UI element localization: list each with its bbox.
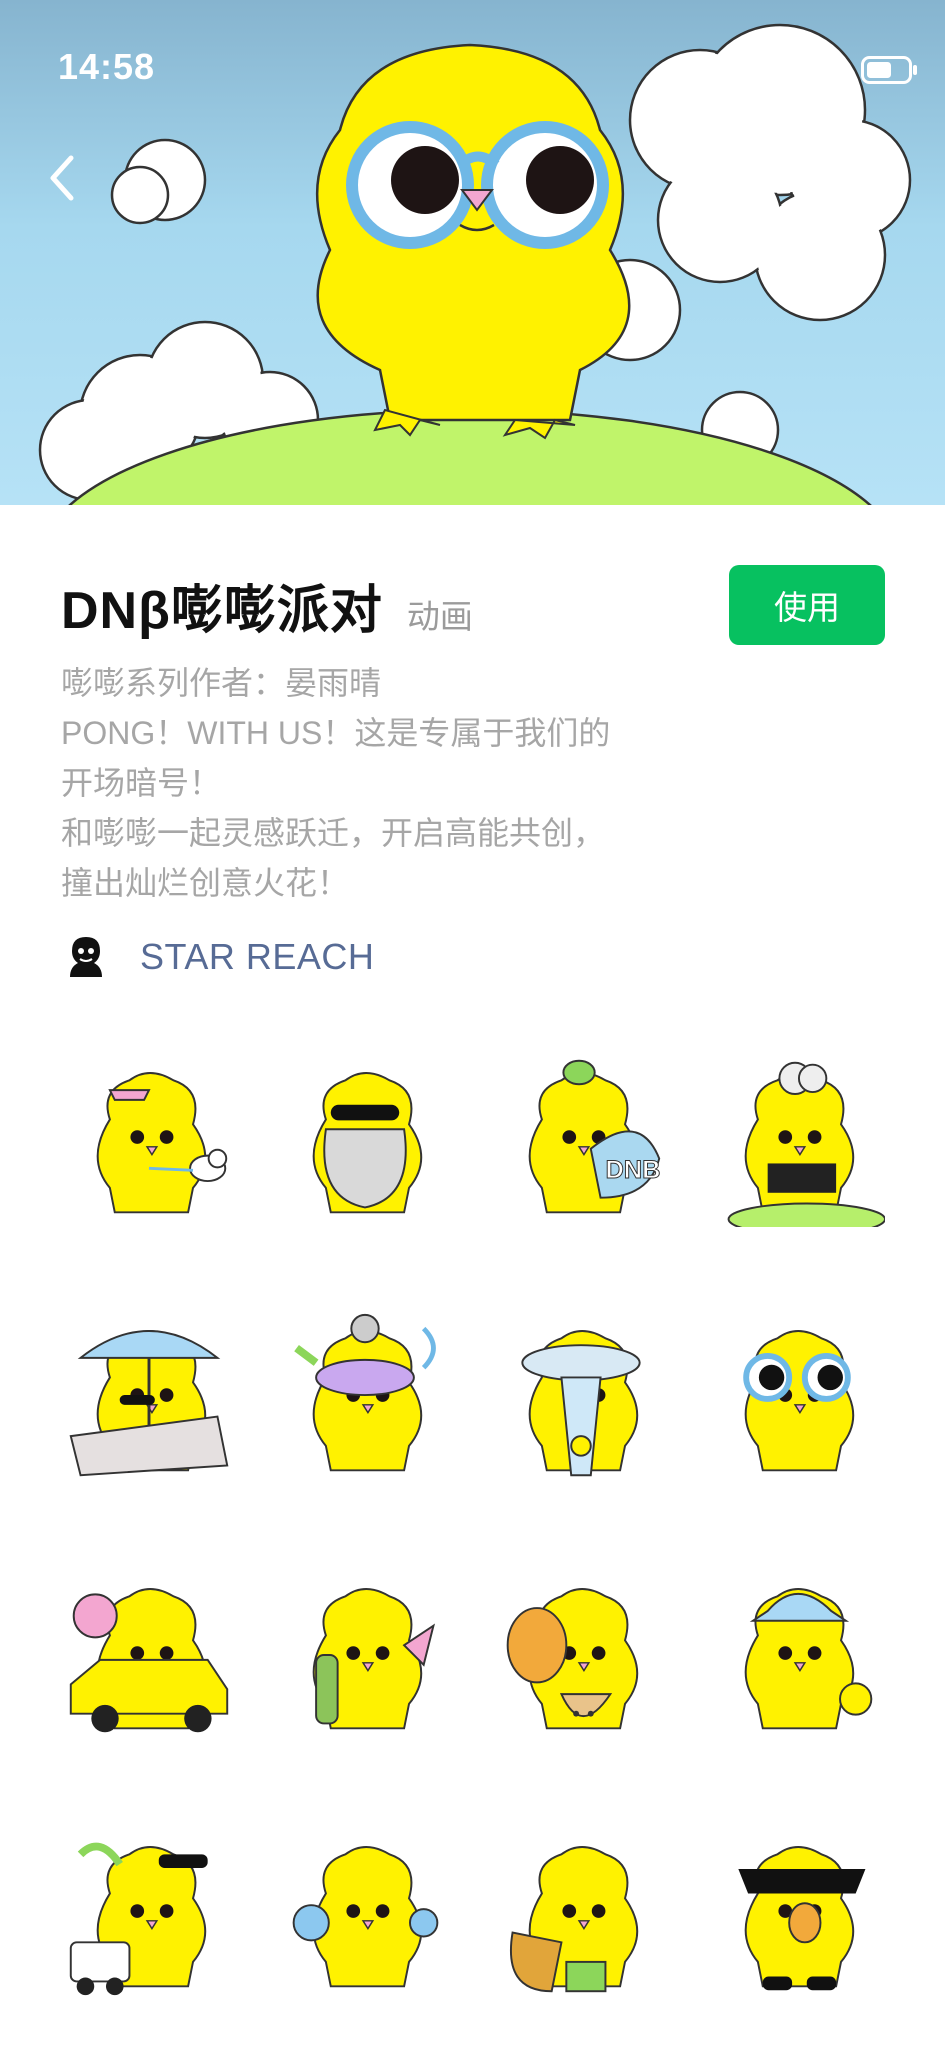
sticker-image xyxy=(727,1061,885,1227)
description-line: 和嘭嘭一起灵感跃迁，开启高能共创， xyxy=(61,815,606,851)
pack-description: 嘭嘭系列作者：晏雨晴 PONG！WITH US！这是专属于我们的 开场暗号！ 和… xyxy=(61,658,701,908)
author-link[interactable]: STAR REACH xyxy=(66,935,374,979)
sticker-champagne-toast[interactable] xyxy=(257,1526,473,1784)
battery-fill xyxy=(867,62,891,78)
sticker-image xyxy=(738,1846,866,1991)
pack-title-row: DNβ嘭嘭派对 动画 xyxy=(61,568,473,643)
sticker-cheer-pompoms[interactable] xyxy=(257,1784,473,2042)
status-bar: 14:58 5G xyxy=(0,0,945,130)
sticker-walking-dog[interactable] xyxy=(41,1010,257,1268)
sticker-image xyxy=(69,1330,229,1477)
sticker-yellow-car-donut[interactable] xyxy=(41,1526,257,1784)
sticker-image xyxy=(521,1330,641,1477)
sticker-image xyxy=(743,1330,855,1472)
sticker-image xyxy=(506,1588,639,1730)
battery-icon xyxy=(861,56,917,84)
svg-text:DNB: DNB xyxy=(605,1156,660,1184)
sticker-beach-umbrella-lounge[interactable] xyxy=(41,1268,257,1526)
sticker-funny-nose-mask[interactable] xyxy=(689,1784,905,2042)
sticker-image xyxy=(294,1313,436,1472)
pack-title: DNβ嘭嘭派对 xyxy=(61,582,383,640)
hero-banner: 14:58 5G xyxy=(0,0,945,505)
share-arrow-icon xyxy=(856,160,898,200)
sticker-big-glasses[interactable] xyxy=(689,1268,905,1526)
sticker-image xyxy=(292,1846,439,1988)
sticker-bucket-hat-duck[interactable] xyxy=(689,1526,905,1784)
sticker-image xyxy=(510,1846,639,1993)
sticker-ufo-beam[interactable] xyxy=(473,1268,689,1526)
chevron-left-icon xyxy=(50,155,74,201)
description-line: PONG！WITH US！这是专属于我们的 xyxy=(61,715,611,751)
author-name: STAR REACH xyxy=(140,936,375,977)
sticker-image xyxy=(69,1588,229,1733)
sticker-image xyxy=(744,1588,873,1730)
author-avatar-icon xyxy=(70,937,102,977)
sticker-image: DNB xyxy=(528,1059,661,1214)
sticker-silver-hair-sunglasses[interactable] xyxy=(257,1010,473,1268)
back-button[interactable] xyxy=(34,150,90,206)
description-line: 开场暗号！ xyxy=(61,765,222,801)
sticker-image xyxy=(96,1072,228,1214)
network-type: 5G xyxy=(806,51,847,84)
status-time: 14:58 xyxy=(58,46,156,87)
share-button[interactable] xyxy=(846,152,906,208)
sticker-image xyxy=(312,1588,436,1730)
sticker-image xyxy=(69,1842,208,1996)
description-line: 撞出灿烂创意火花！ xyxy=(61,865,350,901)
sticker-cloud-laptop[interactable] xyxy=(689,1010,905,1268)
sticker-image xyxy=(312,1072,423,1214)
sticker-dnb-logo-lemon[interactable]: DNB xyxy=(473,1010,689,1268)
signal-strength-icon xyxy=(752,56,792,82)
sticker-fan-boba[interactable] xyxy=(473,1526,689,1784)
description-line: 嘭嘭系列作者：晏雨晴 xyxy=(61,665,382,701)
sticker-disco-party[interactable] xyxy=(257,1268,473,1526)
sticker-tuba-player[interactable] xyxy=(473,1784,689,2042)
sticker-grid: DNB xyxy=(41,1010,905,2040)
sticker-firework-scooter[interactable] xyxy=(41,1784,257,2042)
pack-type-tag: 动画 xyxy=(406,598,473,635)
use-button[interactable]: 使用 xyxy=(729,565,885,645)
